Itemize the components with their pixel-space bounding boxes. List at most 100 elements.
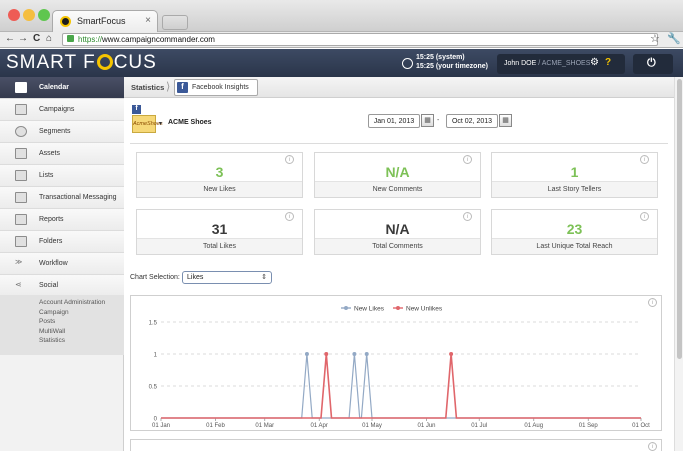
submenu-item-account-administration[interactable]: Account Administration	[39, 298, 124, 308]
window-close-icon[interactable]	[8, 9, 20, 21]
bookmark-star-icon[interactable]: ☆	[650, 32, 660, 45]
user-name: John DOE	[504, 60, 537, 67]
chevron-down-icon[interactable]: ▾	[159, 120, 162, 127]
window-minimize-icon[interactable]	[23, 9, 35, 21]
likes-chart-svg: 0 0.5 1 1.5 01 Jan 01 Feb 01 Mar 01 Apr 01 May 01…	[149, 306, 651, 430]
select-caret-icon: ⇕	[261, 274, 267, 281]
submenu-item-posts[interactable]: Posts	[39, 317, 124, 327]
tab-close-icon[interactable]: ×	[145, 15, 151, 26]
data-point	[304, 352, 309, 356]
window-zoom-icon[interactable]	[38, 9, 50, 21]
sidebar-item-calendar[interactable]: Calendar	[0, 77, 124, 99]
acme-shoes-logo: AcmeShoes	[132, 115, 163, 133]
data-point	[364, 352, 369, 356]
stat-label: Total Comments	[315, 238, 480, 254]
legend-swatch-marker	[344, 306, 348, 310]
stat-value: N/A	[385, 221, 410, 237]
sidebar-item-transactional-messaging[interactable]: Transactional Messaging	[0, 187, 124, 209]
info-icon[interactable]: i	[640, 212, 649, 221]
sidebar-item-reports[interactable]: Reports	[0, 209, 124, 231]
stat-value: 3	[215, 164, 224, 180]
y-tick-label: 0	[154, 417, 158, 423]
legend-label: New Unlikes	[406, 306, 443, 313]
logo-text-left: SMART F	[6, 52, 96, 73]
facebook-badge-icon: f	[132, 105, 141, 114]
new-tab-button[interactable]	[162, 15, 188, 30]
sidebar-item-label: Assets	[39, 150, 61, 157]
scrollbar-thumb[interactable]	[677, 79, 682, 359]
info-icon[interactable]: i	[285, 212, 294, 221]
stat-card-new-comments: i N/A New Comments	[314, 152, 481, 198]
smartfocus-favicon-icon	[60, 16, 71, 27]
gear-icon[interactable]: ⚙	[590, 57, 599, 68]
info-icon[interactable]: i	[640, 155, 649, 164]
date-range-dash: -	[437, 117, 440, 124]
y-tick-label: 0.5	[149, 385, 158, 391]
stat-label: New Likes	[137, 181, 302, 197]
sidebar-item-campaigns[interactable]: Campaigns	[0, 99, 124, 121]
page-scrollbar[interactable]	[674, 77, 683, 451]
stat-label: Total Likes	[137, 238, 302, 254]
sidebar-item-assets[interactable]: Assets	[0, 143, 124, 165]
tab-title: SmartFocus	[77, 16, 126, 26]
submenu-item-statistics[interactable]: Statistics	[39, 336, 124, 346]
x-tick-label: 01 Apr	[311, 423, 328, 429]
clock-icon	[402, 58, 413, 69]
url-field[interactable]: https://www.campaigncommander.com	[62, 33, 658, 46]
chart-selection-select[interactable]: Likes ⇕	[182, 271, 272, 284]
breadcrumb-statistics[interactable]: Statistics	[131, 83, 164, 92]
x-tick-label: 01 Mar	[255, 423, 274, 429]
smartfocus-logo[interactable]: SMART F CUS	[6, 52, 157, 74]
sidebar-item-label: Campaigns	[39, 106, 75, 113]
sidebar-item-workflow[interactable]: ≫ Workflow	[0, 253, 124, 275]
info-icon[interactable]: i	[463, 155, 472, 164]
main-content: Statistics ⟩ f Facebook Insights f AcmeS…	[124, 77, 674, 451]
forward-icon[interactable]: →	[18, 33, 28, 44]
back-icon[interactable]: ←	[5, 33, 15, 44]
wrench-icon[interactable]: 🔧	[667, 32, 681, 45]
sidebar-item-social[interactable]: ⋖ Social	[0, 275, 124, 297]
sidebar-item-segments[interactable]: Segments	[0, 121, 124, 143]
home-icon[interactable]: ⌂	[46, 33, 52, 44]
url-scheme: https://	[78, 35, 103, 44]
reload-icon[interactable]: C	[33, 33, 40, 44]
start-calendar-icon[interactable]: ▦	[421, 114, 434, 127]
info-icon[interactable]: i	[285, 155, 294, 164]
segments-icon	[15, 126, 27, 137]
info-icon[interactable]: i	[648, 298, 657, 307]
user-menu[interactable]: John DOE / ACME_SHOES ⚙ ?	[497, 54, 625, 74]
y-tick-label: 1	[154, 353, 158, 359]
social-icon: ⋖	[15, 280, 22, 289]
stat-card-total-likes: i 31 Total Likes	[136, 209, 303, 255]
app-header: SMART F CUS 15:25 (system) 15:25 (your ti…	[0, 49, 683, 77]
help-icon[interactable]: ?	[605, 57, 611, 68]
user-time: 15:25 (your timezone)	[416, 63, 488, 70]
logout-button[interactable]: ⏻	[633, 54, 673, 74]
info-icon[interactable]: i	[463, 212, 472, 221]
browser-tab[interactable]: SmartFocus ×	[52, 10, 158, 32]
sidebar-item-folders[interactable]: Folders	[0, 231, 124, 253]
submenu-item-multiwall[interactable]: MultiWall	[39, 327, 124, 337]
lock-icon	[67, 35, 74, 42]
address-toolbar: ← → C ⌂ https://www.campaigncommander.co…	[0, 32, 683, 48]
x-tick-label: 01 Jun	[417, 423, 435, 429]
end-date-input[interactable]: Oct 02, 2013	[446, 114, 498, 128]
info-icon[interactable]: i	[648, 442, 657, 451]
sidebar-item-lists[interactable]: Lists	[0, 165, 124, 187]
campaigns-icon	[15, 104, 27, 115]
breadcrumb-current-label: Facebook Insights	[192, 84, 249, 91]
start-date-input[interactable]: Jan 01, 2013	[368, 114, 420, 128]
account-name-label: ACME Shoes	[168, 119, 212, 126]
second-chart: i	[130, 439, 662, 451]
lists-icon	[15, 170, 27, 181]
sidebar-item-label: Reports	[39, 216, 64, 223]
x-tick-label: 01 Oct	[632, 423, 650, 429]
end-calendar-icon[interactable]: ▦	[499, 114, 512, 127]
workflow-icon: ≫	[15, 259, 23, 266]
x-tick-label: 01 May	[362, 423, 382, 429]
sidebar-item-label: Social	[39, 282, 59, 289]
breadcrumb-facebook-insights[interactable]: f Facebook Insights	[174, 79, 258, 96]
submenu-item-campaign[interactable]: Campaign	[39, 308, 124, 318]
legend-label: New Likes	[354, 306, 385, 313]
data-point	[324, 352, 329, 356]
